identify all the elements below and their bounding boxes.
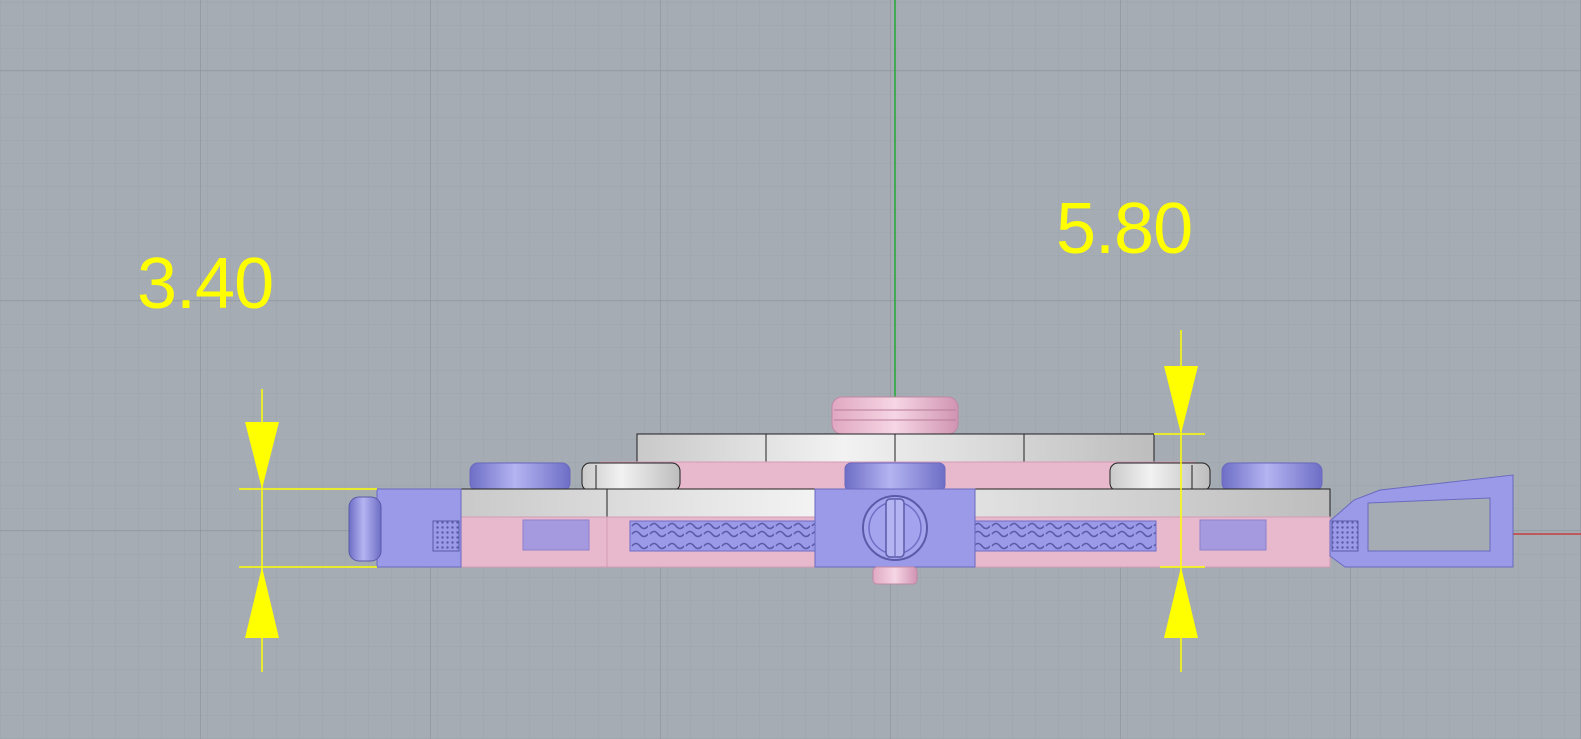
left-outer-knob[interactable]: [469, 462, 571, 492]
top-white-plate[interactable]: [636, 433, 1155, 463]
model-scene[interactable]: [0, 0, 1581, 739]
bottom-pin[interactable]: [872, 566, 918, 585]
viewport-front[interactable]: 3.40 5.80: [0, 0, 1581, 739]
center-hub[interactable]: [814, 488, 976, 568]
right-inner-bearing[interactable]: [1109, 462, 1211, 492]
left-end-cap[interactable]: [348, 488, 462, 568]
center-knob[interactable]: [844, 462, 946, 492]
dimension-label-left: 3.40: [137, 244, 274, 324]
left-chain-strip: [629, 520, 819, 552]
grid-major: [0, 0, 1581, 739]
top-cap[interactable]: [831, 396, 959, 435]
left-inner-bearing[interactable]: [581, 462, 681, 492]
dimension-label-right: 5.80: [1056, 189, 1193, 269]
right-chain-strip: [972, 520, 1157, 552]
right-outer-knob[interactable]: [1221, 462, 1323, 492]
